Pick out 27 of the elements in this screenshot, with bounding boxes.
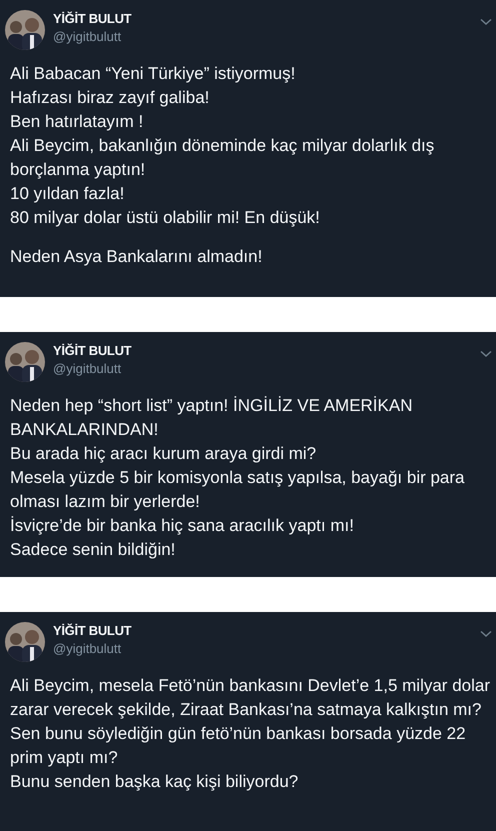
tweet-text: 10 yıldan fazla!: [10, 183, 126, 205]
tweet-text: Ali Beycim, mesela Fetö’nün bankasını Devlet’e 1,5 milyar dolar zarar verecek şekilde, Ziraat Bankası’na satmaya kalkıştın mı?: [10, 675, 491, 721]
tweet-text: Neden Asya Bankalarını almadın!: [10, 246, 264, 268]
chevron-down-icon[interactable]: [480, 18, 492, 26]
tweet-text: Bu arada hiç aracı kurum araya girdi mi?: [10, 443, 318, 465]
tweet-text: Neden hep “short list” yaptın! İNGİLİZ VE AMERİKAN BANKALARINDAN!: [10, 395, 414, 441]
author-handle[interactable]: @yigitbulutt: [53, 641, 122, 656]
chevron-down-icon[interactable]: [480, 350, 492, 358]
author-name[interactable]: YİĞİT BULUT: [53, 623, 132, 638]
avatar[interactable]: [5, 10, 45, 50]
tweet-text: Sen bunu söylediğin gün fetö’nün bankası borsada yüzde 22 prim yaptı mı?: [10, 723, 467, 769]
tweet-text: Ali Beycim, bakanlığın döneminde kaç milyar dolarlık dış borçlanma yaptın!: [10, 135, 436, 181]
tweet-text: İsviçre’de bir banka hiç sana aracılık yaptı mı!: [10, 515, 355, 537]
tweet-text: 80 milyar dolar üstü olabilir mi! En düşük!: [10, 207, 321, 229]
avatar[interactable]: [5, 622, 45, 662]
avatar[interactable]: [5, 342, 45, 382]
author-name[interactable]: YİĞİT BULUT: [53, 343, 132, 358]
tweet-text: Ben hatırlatayım !: [10, 111, 144, 133]
tweet-text: Sadece senin bildiğin!: [10, 539, 176, 561]
chevron-down-icon[interactable]: [480, 630, 492, 638]
tweet-text: Bunu senden başka kaç kişi biliyordu?: [10, 771, 300, 793]
tweet-text: Mesela yüzde 5 bir komisyonla satış yapılsa, bayağı bir para olması lazım bir yerlerde!: [10, 467, 466, 513]
author-handle[interactable]: @yigitbulutt: [53, 361, 122, 376]
tweet-text: Ali Babacan “Yeni Türkiye” istiyormuş!: [10, 63, 296, 85]
tweet-text: Hafızası biraz zayıf galiba!: [10, 87, 210, 109]
author-handle[interactable]: @yigitbulutt: [53, 29, 122, 44]
author-name[interactable]: YİĞİT BULUT: [53, 11, 132, 26]
